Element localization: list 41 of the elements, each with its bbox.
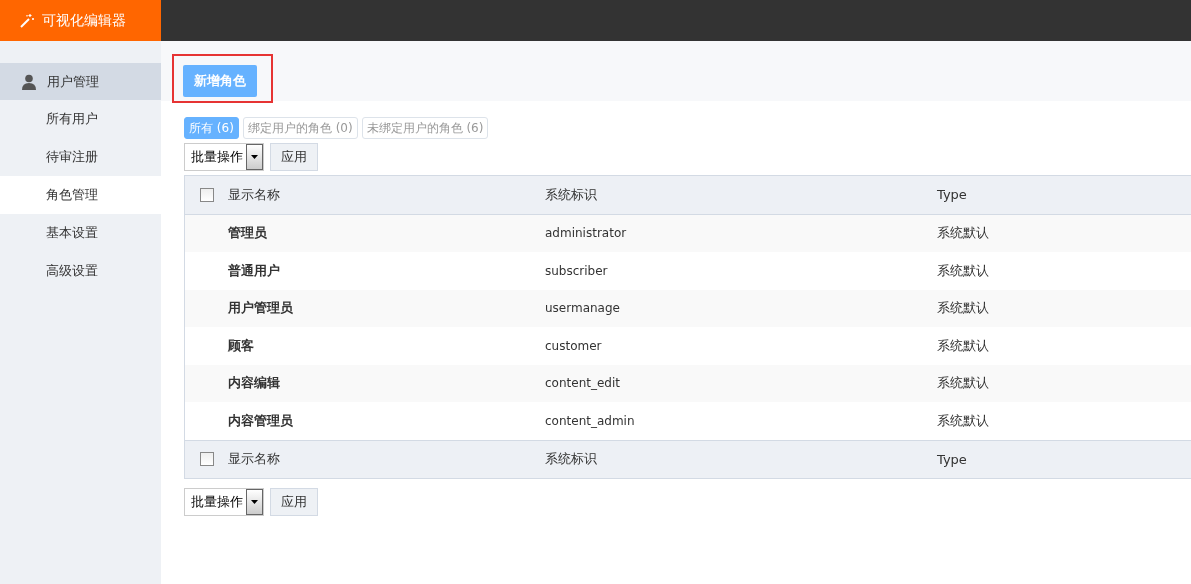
table-cell-text: 系统默认 xyxy=(937,374,990,393)
table-cell-text: 系统默认 xyxy=(937,224,990,243)
table-cell-text: 系统默认 xyxy=(937,261,990,280)
column-header: 系统标识 xyxy=(545,450,598,469)
column-header: 系统标识 xyxy=(545,185,598,204)
sidebar-item[interactable]: 所有用户 xyxy=(0,100,161,138)
sidebar-item[interactable]: 角色管理 xyxy=(0,176,161,214)
user-icon xyxy=(21,73,37,90)
column-header: Type xyxy=(937,187,968,203)
checkbox[interactable] xyxy=(199,452,214,467)
sidebar-item[interactable]: 基本设置 xyxy=(0,214,161,252)
apply-button[interactable]: 应用 xyxy=(270,143,318,171)
app-title: 可视化编辑器 xyxy=(42,11,126,30)
table-cell-text: administrator xyxy=(545,226,628,241)
table-cell-text: 普通用户 xyxy=(228,261,281,280)
sidebar-item[interactable]: 高级设置 xyxy=(0,252,161,290)
table-cell-text: content_admin xyxy=(545,413,636,428)
apply-button[interactable]: 应用 xyxy=(270,488,318,516)
column-header: 显示名称 xyxy=(228,450,281,469)
table-cell-text: usermanage xyxy=(545,301,621,316)
table-cell-text: content_edit xyxy=(545,376,621,391)
table-cell-text: 顾客 xyxy=(228,336,255,355)
table-cell-text: 内容编辑 xyxy=(228,374,281,393)
table-cell-text: 系统默认 xyxy=(937,336,990,355)
table-cell-text: subscriber xyxy=(545,263,609,278)
table-cell-text: 管理员 xyxy=(228,224,268,243)
sidebar-item[interactable]: 待审注册 xyxy=(0,138,161,176)
checkbox[interactable] xyxy=(199,187,214,202)
column-header: Type xyxy=(937,451,968,467)
table-cell-text: 内容管理员 xyxy=(228,411,294,430)
magic-wand-icon xyxy=(20,13,34,28)
caret-icon xyxy=(251,500,258,504)
sidebar-group[interactable]: 用户管理 xyxy=(0,63,161,100)
table-cell-text: 系统默认 xyxy=(937,411,990,430)
caret-icon xyxy=(251,155,258,159)
table-cell-text: customer xyxy=(545,338,603,353)
table-cell-text: 用户管理员 xyxy=(228,299,294,318)
table-cell-text: 系统默认 xyxy=(937,299,990,318)
bulk-action-select[interactable]: 批量操作 xyxy=(184,488,264,516)
bulk-action-select[interactable]: 批量操作 xyxy=(184,143,264,171)
column-header: 显示名称 xyxy=(228,185,281,204)
